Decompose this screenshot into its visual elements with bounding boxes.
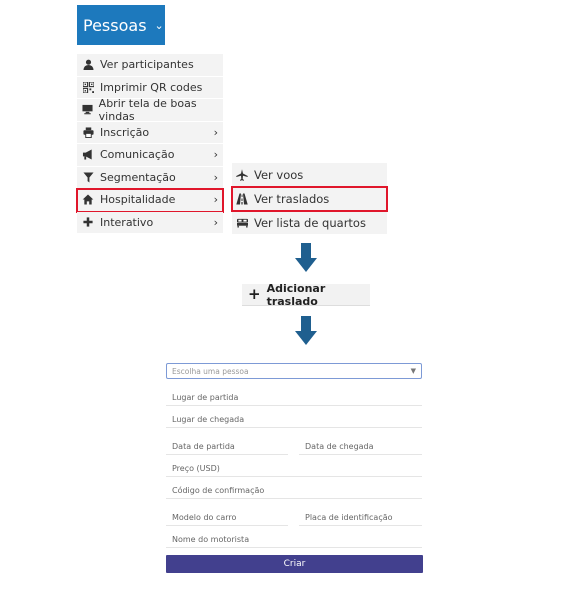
menu-item-label: Segmentação — [100, 170, 176, 184]
car-model-input[interactable]: Modelo do carro — [166, 509, 288, 526]
menu-item-label: Ver participantes — [100, 58, 194, 72]
departure-date-input[interactable]: Data de partida — [166, 438, 288, 455]
departure-date-placeholder: Data de partida — [172, 442, 235, 451]
plate-input[interactable]: Placa de identificação — [299, 509, 422, 526]
printer-icon — [81, 125, 95, 139]
departure-place-placeholder: Lugar de partida — [172, 393, 239, 402]
arrival-date-input[interactable]: Data de chegada — [299, 438, 422, 455]
menu-item-inscricao[interactable]: Inscrição › — [77, 121, 223, 144]
menu-item-label: Hospitalidade — [100, 193, 176, 207]
plate-placeholder: Placa de identificação — [305, 513, 393, 522]
criar-button[interactable]: Criar — [166, 555, 423, 573]
submenu-item-ver-lista-quartos[interactable]: Ver lista de quartos — [232, 211, 387, 235]
departure-place-input[interactable]: Lugar de partida — [166, 389, 422, 406]
plus-icon — [81, 215, 95, 229]
plane-icon — [235, 168, 249, 182]
submenu-item-label: Ver voos — [254, 167, 304, 182]
chevron-down-icon: ⌄ — [154, 18, 164, 32]
pessoas-dropdown-button[interactable]: Pessoas ⌄ — [77, 5, 165, 45]
driver-name-placeholder: Nome do motorista — [172, 535, 250, 544]
megaphone-icon — [81, 148, 95, 162]
car-model-placeholder: Modelo do carro — [172, 513, 237, 522]
arrow-down-icon — [295, 243, 317, 273]
submenu-item-ver-traslados[interactable]: Ver traslados — [231, 186, 388, 212]
confirmation-code-input[interactable]: Código de confirmação — [166, 482, 422, 499]
arrow-down-icon — [295, 316, 317, 346]
menu-item-label: Interativo — [100, 215, 154, 229]
menu-item-label: Imprimir QR codes — [100, 80, 203, 94]
menu-item-hospitalidade[interactable]: Hospitalidade › — [76, 188, 224, 213]
person-select[interactable]: Escolha uma pessoa ▼ — [166, 363, 422, 379]
price-input[interactable]: Preço (USD) — [166, 460, 422, 477]
home-icon — [81, 193, 95, 207]
monitor-icon — [81, 103, 94, 117]
qr-code-icon — [81, 80, 95, 94]
hospitalidade-submenu: Ver voos Ver traslados Ver lista de quar… — [231, 163, 388, 235]
price-placeholder: Preço (USD) — [172, 464, 220, 473]
menu-item-label: Inscrição — [100, 125, 150, 139]
caret-down-icon: ▼ — [410, 367, 416, 375]
arrival-place-placeholder: Lugar de chegada — [172, 415, 245, 424]
chevron-right-icon: › — [213, 170, 218, 184]
submenu-item-label: Ver lista de quartos — [254, 215, 366, 230]
road-icon — [235, 192, 249, 206]
person-icon — [81, 58, 95, 72]
menu-item-label: Comunicação — [100, 148, 175, 162]
confirmation-code-placeholder: Código de confirmação — [172, 486, 265, 495]
menu-item-abrir-tela-boas-vindas[interactable]: Abrir tela de boas vindas — [77, 96, 223, 123]
adicionar-traslado-label: Adicionar traslado — [266, 281, 326, 308]
menu-item-comunicacao[interactable]: Comunicação › — [77, 144, 223, 167]
pessoas-menu: Ver participantes Imprimir QR codes Abri… — [76, 54, 224, 234]
chevron-right-icon: › — [213, 125, 218, 139]
chevron-right-icon: › — [213, 148, 218, 161]
arrival-place-input[interactable]: Lugar de chegada — [166, 411, 422, 428]
driver-name-input[interactable]: Nome do motorista — [166, 531, 422, 548]
menu-item-imprimir-qr-codes[interactable]: Imprimir QR codes — [77, 76, 223, 99]
criar-label: Criar — [283, 559, 306, 569]
adicionar-traslado-button[interactable]: + Adicionar traslado — [242, 281, 370, 308]
submenu-item-label: Ver traslados — [254, 191, 330, 206]
menu-item-ver-participantes[interactable]: Ver participantes — [77, 54, 223, 77]
filter-icon — [81, 170, 95, 184]
bed-icon — [235, 216, 249, 230]
menu-item-interativo[interactable]: Interativo › — [77, 211, 223, 234]
menu-item-label: Abrir tela de boas vindas — [98, 96, 197, 123]
plus-icon: + — [248, 285, 261, 303]
person-select-placeholder: Escolha uma pessoa — [172, 366, 249, 376]
submenu-item-ver-voos[interactable]: Ver voos — [232, 163, 387, 187]
arrival-date-placeholder: Data de chegada — [305, 442, 374, 451]
chevron-right-icon: › — [213, 215, 218, 229]
pessoas-label: Pessoas — [83, 15, 147, 35]
chevron-right-icon: › — [213, 193, 218, 206]
menu-item-segmentacao[interactable]: Segmentação › — [77, 166, 223, 189]
